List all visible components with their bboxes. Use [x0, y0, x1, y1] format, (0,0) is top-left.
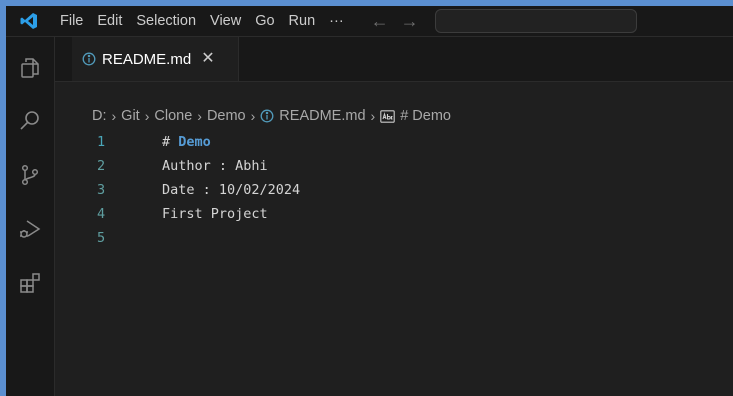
extensions-icon[interactable] [6, 259, 54, 307]
breadcrumb-symbol[interactable]: # Demo [400, 108, 451, 124]
tab-label: README.md [102, 50, 192, 68]
title-bar: File Edit Selection View Go Run ··· ← → [6, 6, 733, 37]
breadcrumb-separator: › [250, 108, 256, 124]
search-icon[interactable] [6, 97, 54, 145]
close-icon[interactable]: ✕ [201, 51, 214, 67]
run-debug-icon[interactable] [6, 205, 54, 253]
breadcrumb-demo[interactable]: Demo [207, 108, 246, 124]
source-control-icon[interactable] [6, 151, 54, 199]
line-number: 1 [97, 134, 106, 150]
menu-run[interactable]: Run [282, 6, 323, 36]
command-center-search[interactable] [434, 9, 637, 33]
menu-file[interactable]: File [44, 6, 90, 36]
string-symbol-icon [380, 109, 395, 123]
menu-go[interactable]: Go [248, 6, 281, 36]
breadcrumb-separator: › [197, 108, 202, 124]
vscode-window: File Edit Selection View Go Run ··· ← → [6, 6, 733, 396]
editor-line[interactable]: 3 Date : 10/02/2024 [72, 178, 733, 202]
back-arrow-icon[interactable]: ← [365, 6, 395, 36]
heading-text: Demo [178, 134, 211, 150]
line-content[interactable]: # Demo [162, 130, 211, 154]
breadcrumb: D: › Git › Clone › Demo › README.md › # … [92, 105, 451, 127]
breadcrumb-separator: › [144, 108, 150, 124]
tab-bar: README.md ✕ [55, 37, 733, 82]
explorer-icon[interactable] [6, 44, 54, 92]
menu-edit[interactable]: Edit [90, 6, 129, 36]
vscode-logo-icon [14, 6, 44, 36]
editor[interactable]: 1 # Demo 2 Author : Abhi 3 Date : 10/02/… [72, 130, 733, 396]
breadcrumb-separator: › [111, 108, 117, 124]
line-number: 4 [97, 206, 106, 222]
line-number: 5 [97, 230, 106, 246]
line-content[interactable]: Author : Abhi [162, 154, 268, 178]
line-number: 2 [97, 158, 106, 174]
info-icon [82, 52, 96, 66]
editor-line[interactable]: 2 Author : Abhi [72, 154, 733, 178]
menu-more[interactable]: ··· [322, 6, 351, 36]
breadcrumb-file[interactable]: README.md [279, 108, 365, 124]
editor-line[interactable]: 1 # Demo [72, 130, 733, 154]
line-number: 3 [97, 182, 106, 198]
editor-line[interactable]: 4 First Project [72, 202, 733, 226]
menu-selection[interactable]: Selection [129, 6, 203, 36]
heading-marker: # [162, 134, 179, 150]
menu-view[interactable]: View [203, 6, 248, 36]
editor-line[interactable]: 5 [72, 226, 733, 250]
breadcrumb-separator: › [370, 108, 376, 124]
breadcrumb-git[interactable]: Git [121, 108, 140, 124]
line-content[interactable]: First Project [162, 202, 268, 226]
tab-readme[interactable]: README.md ✕ [72, 37, 239, 81]
activity-bar [6, 37, 55, 396]
breadcrumb-clone[interactable]: Clone [154, 108, 192, 124]
line-content[interactable]: Date : 10/02/2024 [162, 178, 300, 202]
breadcrumb-drive[interactable]: D: [92, 108, 107, 124]
forward-arrow-icon[interactable]: → [395, 6, 425, 36]
info-icon [260, 109, 274, 123]
